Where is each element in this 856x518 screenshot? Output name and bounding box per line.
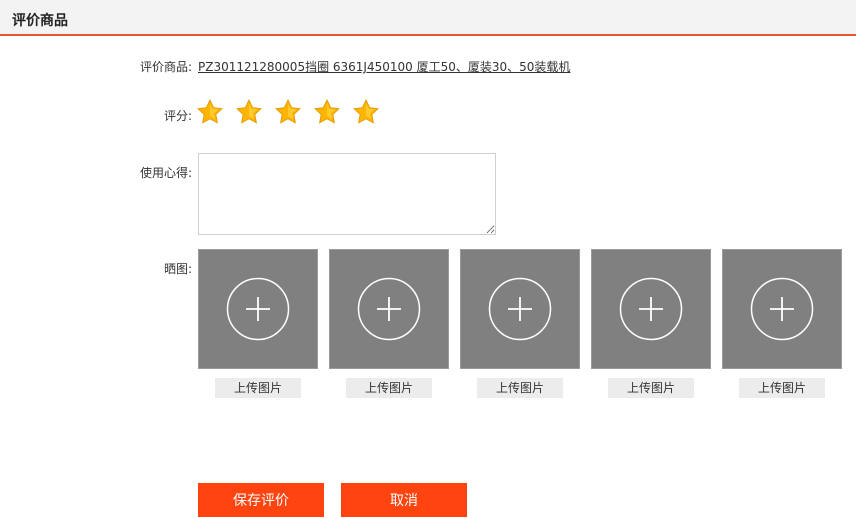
rating-label: 评分:	[163, 109, 192, 123]
photo-upload-box[interactable]	[722, 249, 842, 369]
star-icon[interactable]	[235, 98, 263, 126]
product-label: 评价商品:	[139, 60, 192, 74]
photo-upload-slot: 上传图片	[198, 249, 318, 398]
photo-upload-box[interactable]	[198, 249, 318, 369]
upload-photo-button[interactable]: 上传图片	[215, 378, 301, 398]
upload-photo-button[interactable]: 上传图片	[346, 378, 432, 398]
photo-upload-box[interactable]	[329, 249, 449, 369]
rating-stars	[196, 98, 380, 126]
add-photo-icon	[226, 277, 290, 341]
upload-photo-button[interactable]: 上传图片	[477, 378, 563, 398]
review-textarea[interactable]	[198, 153, 496, 235]
star-icon[interactable]	[196, 98, 224, 126]
product-name-link[interactable]: PZ301121280005挡圈 6361J450100 厦工50、厦装30、5…	[198, 58, 570, 75]
cancel-button[interactable]: 取消	[341, 483, 467, 517]
upload-photo-button[interactable]: 上传图片	[739, 378, 825, 398]
photo-upload-slot: 上传图片	[460, 249, 580, 398]
save-review-button[interactable]: 保存评价	[198, 483, 324, 517]
photo-upload-slot: 上传图片	[591, 249, 711, 398]
upload-photo-button[interactable]: 上传图片	[608, 378, 694, 398]
photo-upload-slot: 上传图片	[329, 249, 449, 398]
page-title: 评价商品	[12, 13, 68, 29]
photo-upload-box[interactable]	[460, 249, 580, 369]
photo-upload-slot: 上传图片	[722, 249, 842, 398]
photos-label: 晒图:	[163, 262, 192, 276]
photo-upload-box[interactable]	[591, 249, 711, 369]
page-header: 评价商品	[0, 0, 856, 36]
star-icon[interactable]	[274, 98, 302, 126]
add-photo-icon	[750, 277, 814, 341]
star-icon[interactable]	[352, 98, 380, 126]
review-label: 使用心得:	[139, 166, 192, 180]
add-photo-icon	[619, 277, 683, 341]
add-photo-icon	[357, 277, 421, 341]
add-photo-icon	[488, 277, 552, 341]
star-icon[interactable]	[313, 98, 341, 126]
